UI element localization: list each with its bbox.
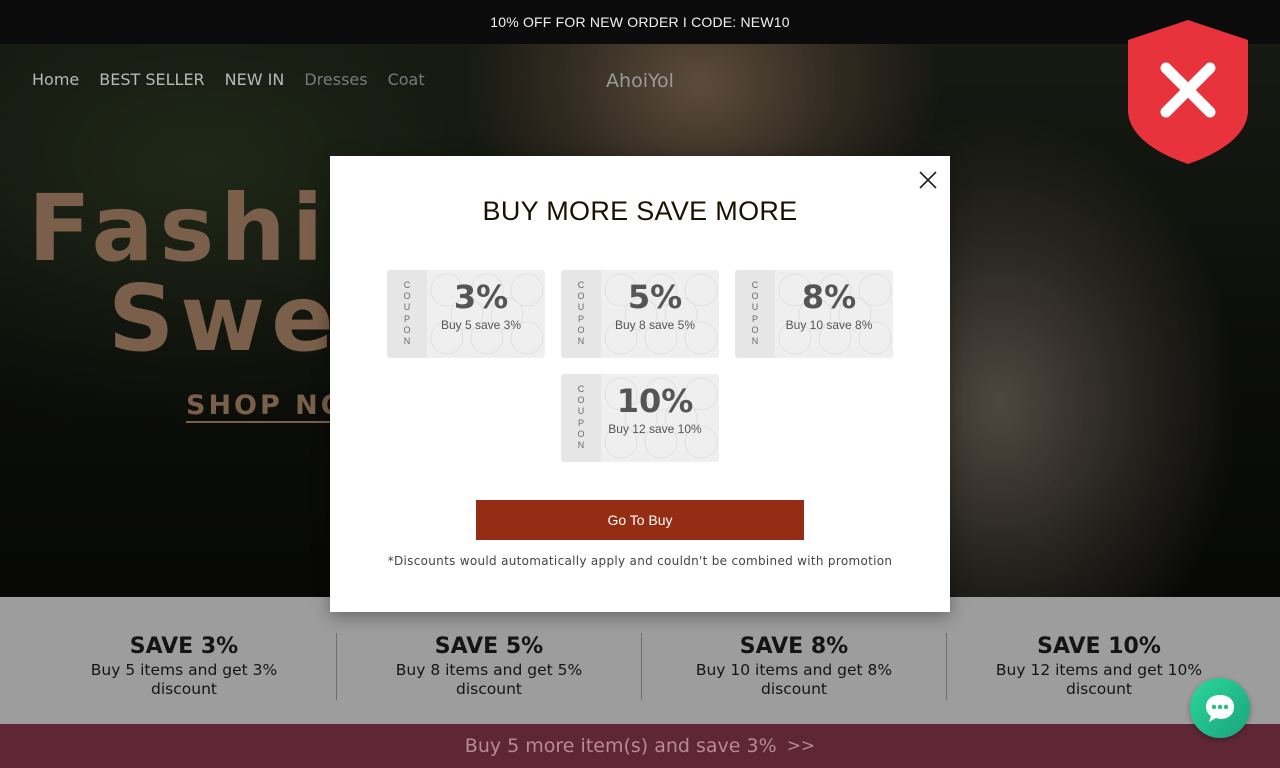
- close-icon[interactable]: [918, 170, 938, 190]
- site-logo[interactable]: AhoiYol: [0, 70, 1280, 92]
- chat-bubble-icon[interactable]: [1190, 678, 1250, 738]
- coupon-label: COUPON: [577, 280, 585, 347]
- save-tiers-strip: SAVE 3% Buy 5 items and get 3% discount …: [0, 597, 1280, 724]
- coupon-card[interactable]: COUPON 8% Buy 10 save 8%: [735, 270, 893, 358]
- save-tier-desc: Buy 5 items and get 3% discount: [90, 661, 278, 698]
- coupon-card[interactable]: COUPON 10% Buy 12 save 10%: [561, 374, 719, 462]
- save-tier-title: SAVE 3%: [129, 634, 239, 659]
- coupon-percent: 5%: [627, 278, 683, 316]
- coupon-label: COUPON: [577, 384, 585, 451]
- coupon-label: COUPON: [751, 280, 759, 347]
- bottom-bar-text: Buy 5 more item(s) and save 3%: [464, 735, 777, 757]
- coupon-card[interactable]: COUPON 3% Buy 5 save 3%: [387, 270, 545, 358]
- coupon-desc: Buy 10 save 8%: [785, 318, 873, 332]
- bottom-bar-arrows: >>: [786, 736, 816, 756]
- bottom-progress-bar[interactable]: Buy 5 more item(s) and save 3% >>: [0, 724, 1280, 768]
- buy-more-modal: BUY MORE SAVE MORE COUPON 3% Buy 5 save …: [330, 156, 950, 612]
- save-tier-desc: Buy 8 items and get 5% discount: [395, 661, 583, 698]
- coupon-percent: 3%: [453, 278, 509, 316]
- save-tier-title: SAVE 5%: [434, 634, 544, 659]
- save-tier-desc: Buy 10 items and get 8% discount: [695, 661, 893, 698]
- save-tier: SAVE 3% Buy 5 items and get 3% discount: [32, 633, 337, 700]
- coupon-label: COUPON: [403, 280, 411, 347]
- coupon-desc: Buy 12 save 10%: [608, 422, 702, 436]
- coupon-percent: 8%: [801, 278, 857, 316]
- save-tier-title: SAVE 8%: [739, 634, 849, 659]
- announcement-bar: 10% OFF FOR NEW ORDER I CODE: NEW10: [0, 0, 1280, 44]
- discount-disclaimer: *Discounts would automatically apply and…: [387, 554, 893, 568]
- announcement-text: 10% OFF FOR NEW ORDER I CODE: NEW10: [490, 14, 790, 30]
- shield-x-icon[interactable]: [1126, 18, 1250, 166]
- coupon-desc: Buy 8 save 5%: [614, 318, 696, 332]
- coupon-card[interactable]: COUPON 5% Buy 8 save 5%: [561, 270, 719, 358]
- save-tier-title: SAVE 10%: [1037, 634, 1161, 659]
- go-to-buy-button[interactable]: Go To Buy: [476, 500, 804, 540]
- modal-title: BUY MORE SAVE MORE: [482, 196, 798, 226]
- coupon-percent: 10%: [616, 382, 694, 420]
- coupon-desc: Buy 5 save 3%: [440, 318, 522, 332]
- save-tier: SAVE 8% Buy 10 items and get 8% discount: [642, 633, 947, 700]
- save-tier: SAVE 5% Buy 8 items and get 5% discount: [337, 633, 642, 700]
